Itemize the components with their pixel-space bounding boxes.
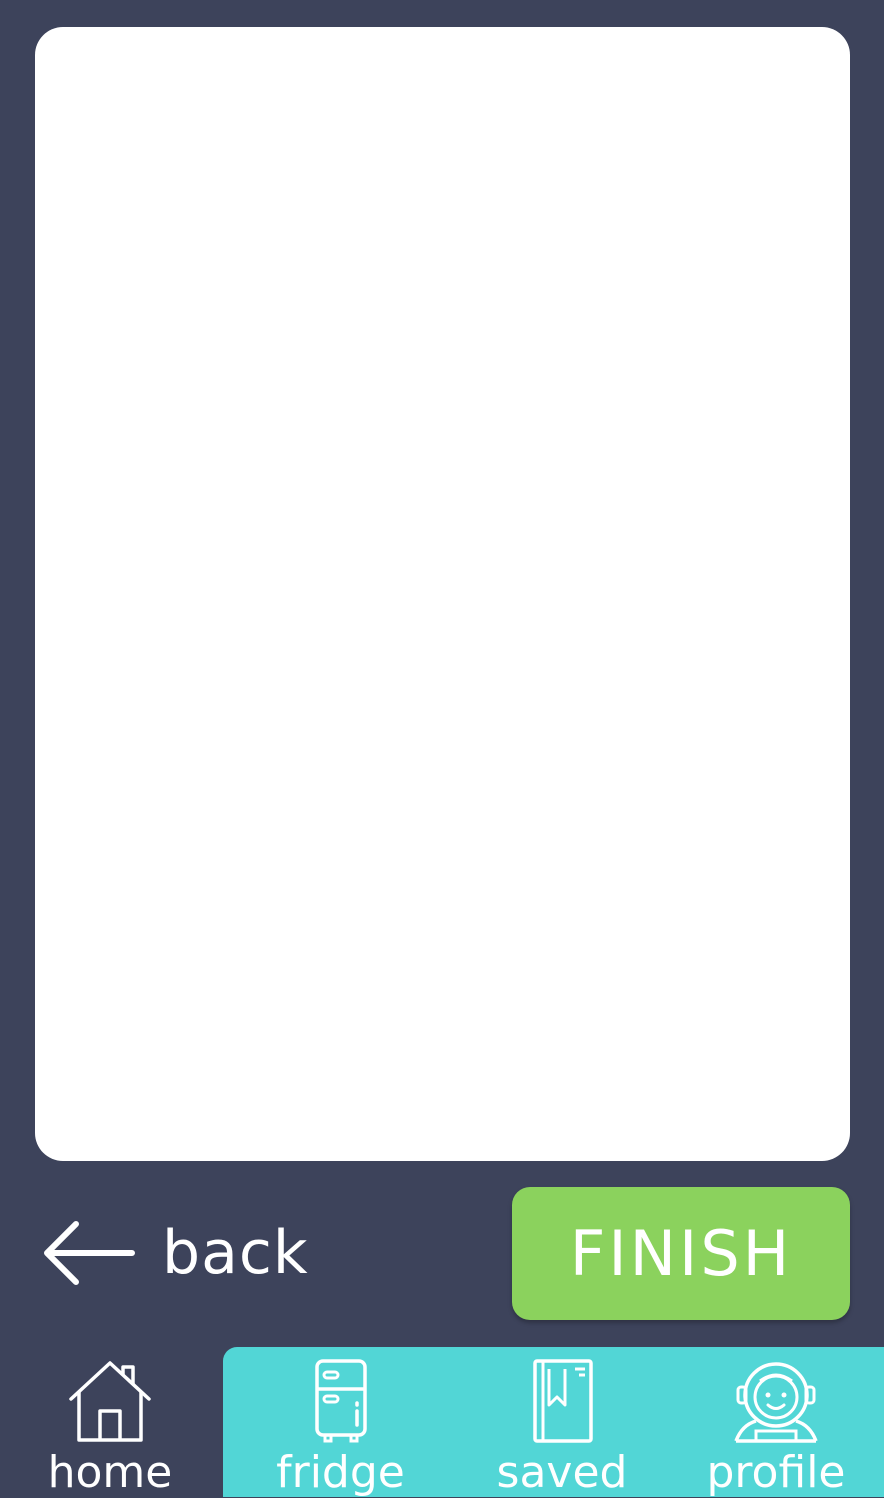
nav-item-saved[interactable]: saved: [452, 1347, 672, 1497]
book-bookmark-icon: [517, 1355, 607, 1443]
nav-label-saved: saved: [496, 1447, 628, 1498]
astronaut-icon: [731, 1355, 821, 1443]
back-label: back: [162, 1218, 309, 1288]
nav-label-fridge: fridge: [276, 1447, 405, 1498]
home-icon: [65, 1355, 155, 1443]
content-card: [35, 27, 850, 1161]
nav-label-profile: profile: [706, 1447, 846, 1498]
nav-label-home: home: [47, 1447, 173, 1498]
nav-item-fridge[interactable]: fridge: [223, 1347, 458, 1497]
finish-button[interactable]: FINISH: [512, 1187, 850, 1320]
back-button[interactable]: back: [40, 1212, 309, 1294]
fridge-icon: [296, 1355, 386, 1443]
nav-item-profile[interactable]: profile: [668, 1347, 884, 1497]
arrow-left-icon: [40, 1218, 136, 1288]
bottom-nav: home fridge saved profile: [0, 1347, 884, 1497]
nav-item-home[interactable]: home: [0, 1347, 220, 1497]
